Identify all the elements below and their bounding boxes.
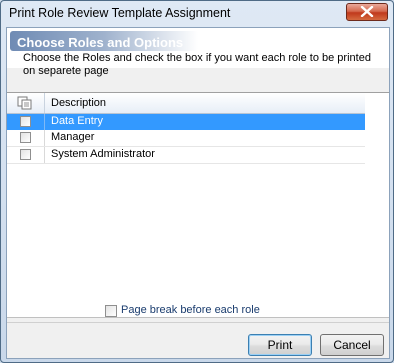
description-column-header[interactable]: Description <box>51 97 106 109</box>
title-bar[interactable]: Print Role Review Template Assignment <box>1 1 393 26</box>
footer-divider <box>7 322 389 323</box>
row-check-cell <box>7 130 45 146</box>
row-check-cell <box>7 147 45 163</box>
role-label: System Administrator <box>51 148 155 160</box>
header-band: Choose Roles and Options Choose the Role… <box>7 28 389 77</box>
instructions-text: Choose the Roles and check the box if yo… <box>23 52 371 77</box>
close-icon <box>360 6 374 17</box>
print-button[interactable]: Print <box>248 334 312 356</box>
page-break-checkbox[interactable] <box>105 305 117 317</box>
section-title: Choose Roles and Options <box>17 35 184 50</box>
role-row[interactable]: Manager <box>7 130 365 147</box>
select-all-icon <box>17 96 32 110</box>
row-check-cell <box>7 114 45 130</box>
role-label: Manager <box>51 131 95 143</box>
close-button[interactable] <box>346 3 388 21</box>
roles-grid: Description Data Entry Manager System Ad… <box>7 92 389 318</box>
select-all-header[interactable] <box>7 93 45 113</box>
role-checkbox[interactable] <box>20 116 31 127</box>
role-row[interactable]: Data Entry <box>7 114 365 130</box>
dialog-window: Print Role Review Template Assignment Ch… <box>0 0 394 363</box>
cancel-button[interactable]: Cancel <box>320 334 384 356</box>
role-label: Data Entry <box>51 115 103 127</box>
page-break-option[interactable]: Page break before each role <box>105 303 305 319</box>
window-title: Print Role Review Template Assignment <box>9 6 231 20</box>
grid-header: Description <box>7 93 365 114</box>
page-break-label[interactable]: Page break before each role <box>121 304 260 316</box>
role-checkbox[interactable] <box>20 132 31 143</box>
role-checkbox[interactable] <box>20 149 31 160</box>
dialog-content: Choose Roles and Options Choose the Role… <box>6 27 390 359</box>
role-row[interactable]: System Administrator <box>7 147 365 164</box>
section-header: Choose Roles and Options <box>10 31 198 51</box>
